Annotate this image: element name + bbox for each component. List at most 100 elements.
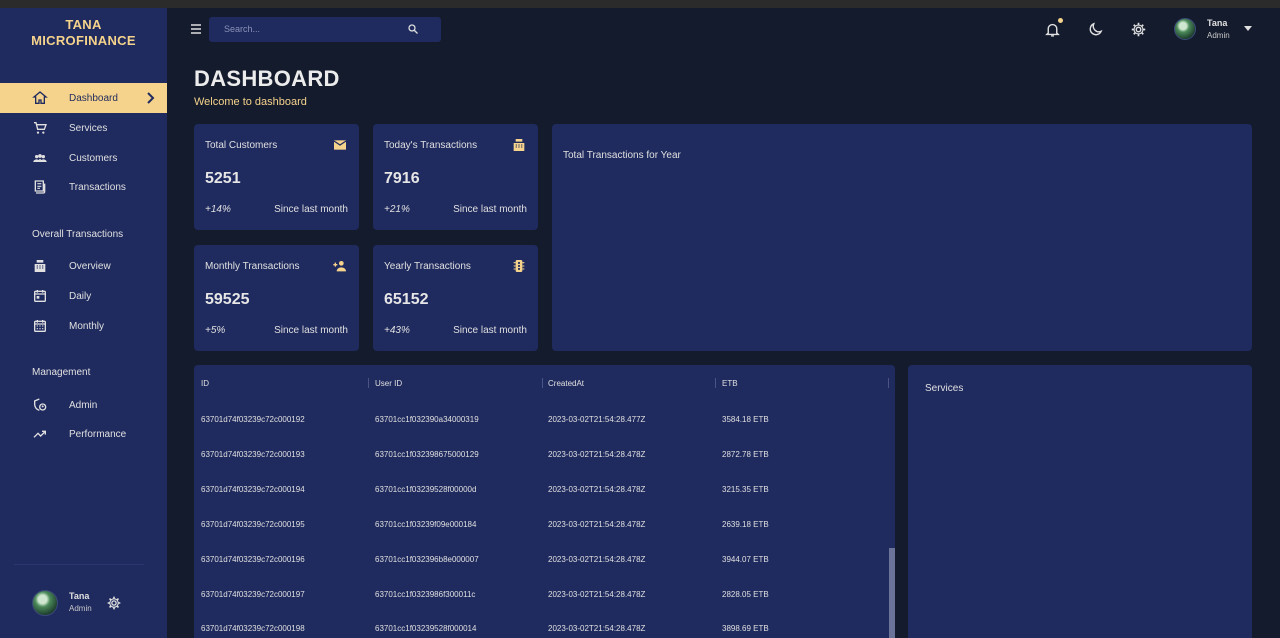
home-icon	[32, 90, 48, 106]
sidebar-item-performance[interactable]: Performance	[0, 419, 167, 449]
cell-created-at: 2023-03-02T21:54:28.477Z	[548, 415, 646, 424]
table-row[interactable]: 63701d74f03239c72c000197 63701cc1f032398…	[194, 590, 889, 625]
cell-user-id: 63701cc1f032390a34000319	[375, 415, 479, 424]
table-scrollbar-thumb[interactable]	[889, 548, 895, 638]
column-header-etb[interactable]: ETB	[722, 379, 738, 388]
stat-title: Monthly Transactions	[205, 261, 300, 272]
cell-user-id: 63701cc1f03239f09e000184	[375, 520, 477, 529]
sidebar-item-monthly[interactable]: Monthly	[0, 311, 167, 341]
stat-change: +21%	[384, 204, 410, 215]
caret-down-icon[interactable]	[1244, 26, 1252, 31]
brand-logo-text: TANA MICROFINANCE	[0, 17, 167, 49]
calendar-today-icon	[32, 288, 48, 304]
sidebar-item-label: Services	[69, 122, 108, 134]
avatar	[1174, 18, 1196, 40]
sidebar-item-transactions[interactable]: Transactions	[0, 172, 167, 202]
search-icon[interactable]	[407, 23, 419, 35]
stat-card-total-customers: Total Customers 5251 +14% Since last mon…	[194, 124, 359, 230]
search-input[interactable]: Search...	[224, 24, 260, 34]
cell-created-at: 2023-03-02T21:54:28.478Z	[548, 624, 646, 633]
table-row[interactable]: 63701d74f03239c72c000198 63701cc1f032395…	[194, 624, 889, 638]
stat-since: Since last month	[274, 325, 348, 336]
cell-user-id: 63701cc1f032398675000129	[375, 450, 479, 459]
column-separator[interactable]	[542, 378, 543, 388]
sidebar-user-name: Tana	[69, 591, 90, 601]
sidebar-item-label: Performance	[69, 428, 127, 440]
cell-etb: 3215.35 ETB	[722, 485, 769, 494]
dark-mode-moon-icon[interactable]	[1087, 21, 1104, 38]
stat-since: Since last month	[274, 204, 348, 215]
table-row[interactable]: 63701d74f03239c72c000196 63701cc1f032396…	[194, 555, 889, 590]
cell-id: 63701d74f03239c72c000196	[201, 555, 305, 564]
transactions-table: ID User ID CreatedAt ETB 63701d74f03239c…	[194, 365, 895, 638]
page-subtitle: Welcome to dashboard	[194, 96, 307, 108]
stat-change: +5%	[205, 325, 226, 336]
sidebar-item-overview[interactable]: Overview	[0, 251, 167, 281]
stat-card-todays-transactions: Today's Transactions 7916 +21% Since las…	[373, 124, 538, 230]
stat-value: 59525	[205, 291, 250, 308]
chart-title: Total Transactions for Year	[563, 150, 681, 161]
cell-user-id: 63701cc1f03239528f00000d	[375, 485, 477, 494]
avatar	[32, 590, 58, 616]
cell-etb: 3584.18 ETB	[722, 415, 769, 424]
stat-title: Today's Transactions	[384, 140, 478, 151]
stat-since: Since last month	[453, 325, 527, 336]
menu-icon[interactable]	[189, 23, 203, 35]
people-icon	[32, 150, 48, 166]
table-row[interactable]: 63701d74f03239c72c000192 63701cc1f032390…	[194, 415, 889, 450]
stat-since: Since last month	[453, 204, 527, 215]
cell-id: 63701d74f03239c72c000192	[201, 415, 305, 424]
cell-id: 63701d74f03239c72c000197	[201, 590, 305, 599]
search-bar[interactable]: Search...	[209, 17, 441, 42]
table-row[interactable]: 63701d74f03239c72c000194 63701cc1f032395…	[194, 485, 889, 520]
services-panel-title: Services	[925, 383, 964, 394]
cell-id: 63701d74f03239c72c000195	[201, 520, 305, 529]
settings-gear-icon[interactable]	[1130, 21, 1147, 38]
sidebar-item-label: Daily	[69, 290, 92, 302]
trending-up-icon	[32, 426, 48, 442]
cell-etb: 3898.69 ETB	[722, 624, 769, 633]
sidebar-item-daily[interactable]: Daily	[0, 281, 167, 311]
brand-line-2: MICROFINANCE	[31, 33, 136, 48]
admin-shield-icon	[32, 397, 48, 413]
notifications-bell-icon[interactable]	[1044, 21, 1061, 38]
stat-title: Total Customers	[205, 140, 278, 151]
table-row[interactable]: 63701d74f03239c72c000193 63701cc1f032398…	[194, 450, 889, 485]
sidebar-item-label: Admin	[69, 399, 98, 411]
person-add-icon	[332, 258, 348, 274]
stat-title: Yearly Transactions	[384, 261, 471, 272]
cell-created-at: 2023-03-02T21:54:28.478Z	[548, 555, 646, 564]
stat-change: +43%	[384, 325, 410, 336]
browser-top-strip	[0, 0, 1280, 8]
cell-id: 63701d74f03239c72c000194	[201, 485, 305, 494]
column-header-id[interactable]: ID	[201, 379, 209, 388]
chevron-right-icon	[145, 91, 155, 105]
cell-id: 63701d74f03239c72c000193	[201, 450, 305, 459]
sidebar-item-dashboard[interactable]: Dashboard	[0, 83, 167, 113]
column-separator[interactable]	[715, 378, 716, 388]
sidebar-item-label: Monthly	[69, 320, 105, 332]
sidebar-item-label: Dashboard	[69, 92, 118, 104]
cell-created-at: 2023-03-02T21:54:28.478Z	[548, 450, 646, 459]
cell-etb: 3944.07 ETB	[722, 555, 769, 564]
page-title: DASHBOARD	[194, 66, 340, 91]
column-header-created-at[interactable]: CreatedAt	[548, 379, 584, 388]
cell-id: 63701d74f03239c72c000198	[201, 624, 305, 633]
cell-etb: 2828.05 ETB	[722, 590, 769, 599]
cash-register-icon	[511, 137, 527, 153]
cell-user-id: 63701cc1f0323986f300011c	[375, 590, 476, 599]
column-header-user-id[interactable]: User ID	[375, 379, 402, 388]
sidebar-item-services[interactable]: Services	[0, 113, 167, 143]
table-row[interactable]: 63701d74f03239c72c000195 63701cc1f03239f…	[194, 520, 889, 555]
sidebar-item-admin[interactable]: Admin	[0, 390, 167, 420]
stat-card-yearly-transactions: Yearly Transactions 65152 +43% Since las…	[373, 245, 538, 351]
cell-created-at: 2023-03-02T21:54:28.478Z	[548, 590, 646, 599]
section-label-management: Management	[32, 367, 91, 378]
column-separator[interactable]	[368, 378, 369, 388]
sidebar-item-customers[interactable]: Customers	[0, 143, 167, 173]
cell-etb: 2872.78 ETB	[722, 450, 769, 459]
section-label-overall-transactions: Overall Transactions	[32, 229, 124, 240]
settings-gear-icon[interactable]	[106, 595, 122, 611]
stat-value: 65152	[384, 291, 429, 308]
sidebar-divider	[14, 564, 144, 565]
